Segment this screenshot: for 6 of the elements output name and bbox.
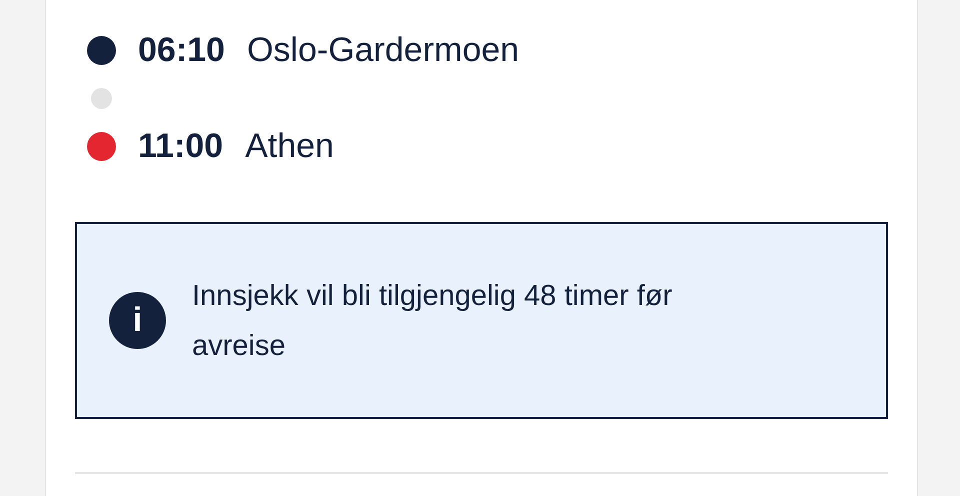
info-icon: i bbox=[109, 292, 166, 349]
stop-place: Oslo-Gardermoen bbox=[246, 30, 520, 70]
stop-time: 06:10 bbox=[138, 30, 225, 70]
stop-time: 11:00 bbox=[138, 126, 224, 166]
stop-place: Athen bbox=[245, 126, 334, 166]
notice-text: Innsjekk vil bli tilgjengelig 48 timer før avreise bbox=[192, 278, 674, 364]
